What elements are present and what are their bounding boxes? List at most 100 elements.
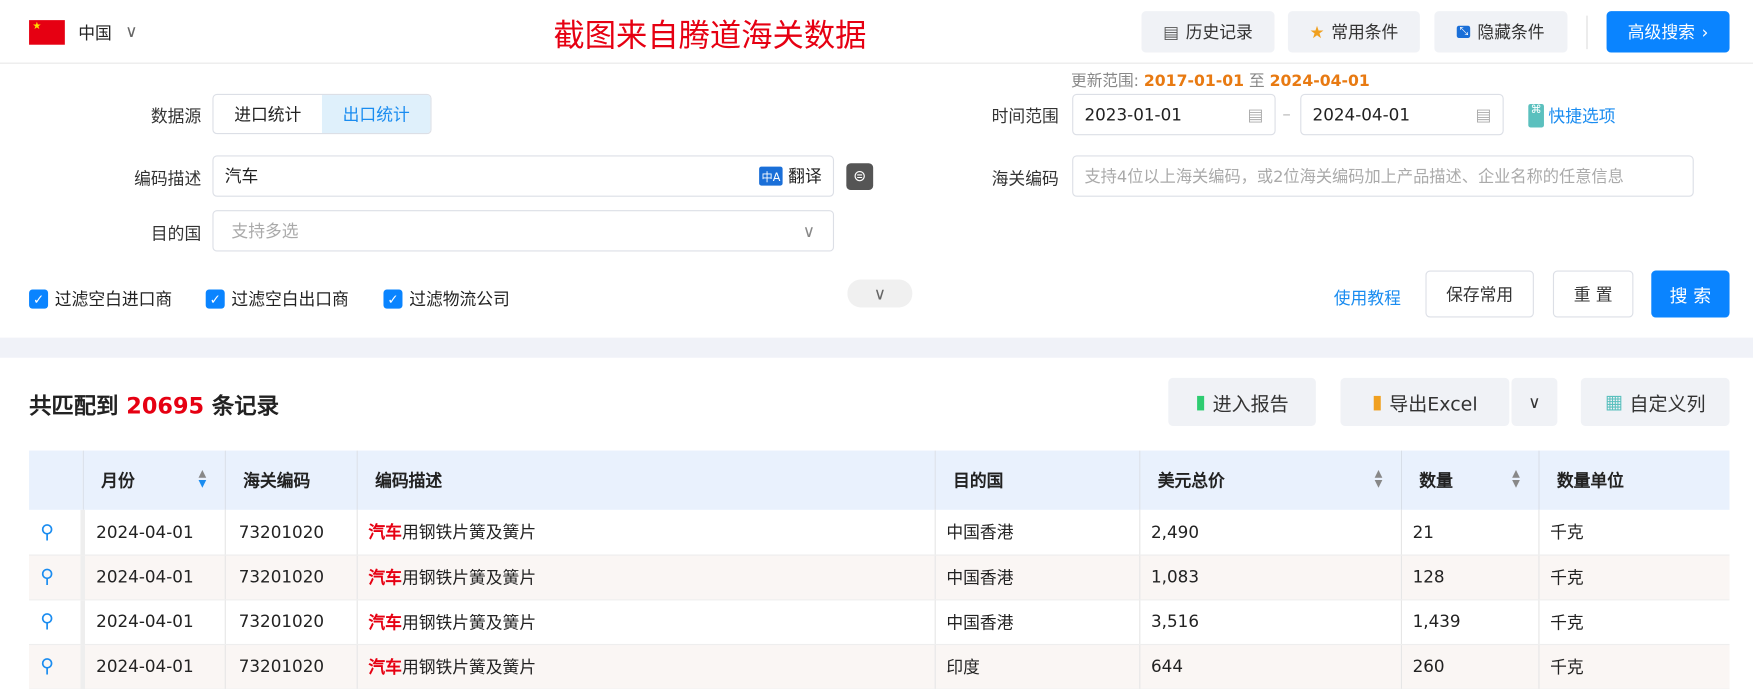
cell-usd: 3,516 — [1139, 599, 1402, 645]
checkbox-checked-icon: ✓ — [29, 289, 49, 309]
cell-month: 2024-04-01 — [82, 554, 226, 600]
cell-desc: 汽车用钢铁片簧及簧片 — [356, 643, 936, 689]
country-selector[interactable]: 中国 ∨ — [78, 21, 137, 44]
quick-options-link[interactable]: ⌘ 快捷选项 — [1528, 103, 1616, 128]
table-row: ⚲ 2024-04-01 73201020 汽车用钢铁片簧及簧片 中国香港 2,… — [29, 509, 1730, 556]
table-row: ⚲ 2024-04-01 73201020 汽车用钢铁片簧及簧片 印度 644 … — [29, 643, 1730, 689]
col-usd[interactable]: 美元总价 ▲ ▼ — [1139, 450, 1402, 510]
custom-columns-button[interactable]: ▦ 自定义列 — [1580, 377, 1730, 426]
hide-conditions-button[interactable]: ⤡ 隐藏条件 — [1434, 11, 1568, 53]
col-desc: 编码描述 — [356, 450, 936, 510]
cell-qty: 128 — [1400, 554, 1539, 600]
tutorial-link[interactable]: 使用教程 — [1334, 286, 1401, 309]
source-toggle: 进口统计 出口统计 — [212, 93, 432, 135]
row-search-icon[interactable]: ⚲ — [29, 509, 85, 556]
cell-unit: 千克 — [1538, 599, 1730, 645]
cell-desc: 汽车用钢铁片簧及簧片 — [356, 599, 936, 645]
calendar-icon: ▤ — [1247, 104, 1264, 125]
cell-usd: 2,490 — [1139, 509, 1402, 556]
date-from-input[interactable]: 2023-01-01 ▤ — [1072, 93, 1276, 136]
country-label: 中国 — [78, 23, 112, 44]
export-excel-button[interactable]: ▮ 导出Excel — [1340, 377, 1510, 426]
table-row: ⚲ 2024-04-01 73201020 汽车用钢铁片簧及簧片 中国香港 3,… — [29, 599, 1730, 645]
calendar-icon: ▤ — [1475, 104, 1492, 125]
command-icon: ⌘ — [1528, 103, 1544, 128]
filter-blank-exporter-checkbox[interactable]: ✓ 过滤空白出口商 — [205, 287, 349, 310]
checkbox-checked-icon: ✓ — [205, 289, 225, 309]
dest-select[interactable]: 支持多选 ∨ — [212, 210, 835, 252]
chevron-down-icon: ∨ — [125, 21, 138, 42]
cell-dest: 印度 — [934, 643, 1140, 689]
divider — [1586, 15, 1588, 50]
date-to-input[interactable]: 2024-04-01 ▤ — [1300, 93, 1504, 136]
desc-label: 编码描述 — [134, 168, 202, 189]
cell-dest: 中国香港 — [934, 554, 1140, 600]
cell-desc: 汽车用钢铁片簧及簧片 — [356, 554, 936, 600]
advanced-search-button[interactable]: 高级搜索 › — [1606, 11, 1730, 53]
save-favorite-button[interactable]: 保存常用 — [1425, 270, 1534, 318]
cell-qty: 1,439 — [1400, 599, 1539, 645]
col-dest: 目的国 — [934, 450, 1140, 510]
source-label: 数据源 — [150, 106, 202, 127]
cell-qty: 21 — [1400, 509, 1539, 556]
sort-icon[interactable]: ▲ ▼ — [199, 469, 207, 490]
cell-usd: 1,083 — [1139, 554, 1402, 600]
table-row: ⚲ 2024-04-01 73201020 汽车用钢铁片簧及簧片 中国香港 1,… — [29, 554, 1730, 600]
row-search-icon[interactable]: ⚲ — [29, 599, 85, 645]
report-button[interactable]: ▮ 进入报告 — [1168, 377, 1316, 426]
sort-icon[interactable]: ▲ ▼ — [1512, 469, 1520, 490]
cell-unit: 千克 — [1538, 554, 1730, 600]
cell-code: 73201020 — [224, 643, 358, 689]
dest-label: 目的国 — [150, 223, 202, 244]
translate-button[interactable]: 翻译 — [788, 164, 822, 187]
reset-button[interactable]: 重 置 — [1552, 270, 1634, 318]
cell-code: 73201020 — [224, 554, 358, 600]
search-detail-icon[interactable]: ⊜ — [846, 163, 874, 191]
time-label: 时间范围 — [991, 106, 1059, 127]
range-dash: – — [1282, 103, 1291, 125]
row-search-icon[interactable]: ⚲ — [29, 554, 85, 600]
cell-unit: 千克 — [1538, 643, 1730, 689]
columns-icon: ▦ — [1604, 390, 1623, 414]
chevron-down-icon: ∨ — [1528, 391, 1541, 412]
results-table: 月份 ▲ ▼ 海关编码 编码描述 目的国 美元总价 ▲ ▼ 数量 ▲ ▼ 数量单位 ⚲ 20… — [29, 450, 1730, 689]
cell-month: 2024-04-01 — [82, 643, 226, 689]
cell-month: 2024-04-01 — [82, 509, 226, 556]
export-dropdown-button[interactable]: ∨ — [1511, 377, 1558, 426]
checkbox-checked-icon: ✓ — [383, 289, 403, 309]
history-icon: ▤ — [1163, 21, 1180, 42]
hs-label: 海关编码 — [991, 168, 1059, 189]
tab-export[interactable]: 出口统计 — [321, 95, 431, 134]
hs-code-input[interactable]: 支持4位以上海关编码，或2位海关编码加上产品描述、企业名称的任意信息 — [1072, 155, 1694, 197]
header-divider — [0, 62, 1753, 64]
update-range: 更新范围: 2017-01-01 至 2024-04-01 — [1071, 72, 1370, 91]
sort-icon[interactable]: ▲ ▼ — [1375, 469, 1383, 490]
cell-code: 73201020 — [224, 509, 358, 556]
col-month[interactable]: 月份 ▲ ▼ — [82, 450, 226, 510]
favorites-button[interactable]: ★ 常用条件 — [1287, 11, 1420, 53]
filter-logistics-checkbox[interactable]: ✓ 过滤物流公司 — [383, 287, 510, 310]
results-count: 共匹配到 20695 条记录 — [29, 392, 279, 420]
desc-input[interactable]: 汽车 中A 翻译 — [212, 155, 835, 197]
filter-blank-importer-checkbox[interactable]: ✓ 过滤空白进口商 — [29, 287, 172, 310]
history-button[interactable]: ▤ 历史记录 — [1141, 11, 1275, 53]
search-button[interactable]: 搜 索 — [1651, 270, 1730, 318]
watermark-title: 截图来自腾道海关数据 — [553, 16, 867, 54]
chevron-down-icon: ∨ — [873, 283, 886, 304]
collapse-icon: ⤡ — [1457, 25, 1471, 39]
chevron-down-icon: ∨ — [802, 220, 816, 241]
report-icon: ▮ — [1195, 390, 1206, 414]
section-gap — [0, 337, 1753, 358]
row-search-icon[interactable]: ⚲ — [29, 643, 85, 689]
export-icon: ▮ — [1372, 390, 1383, 414]
col-code: 海关编码 — [224, 450, 358, 510]
cell-code: 73201020 — [224, 599, 358, 645]
col-qty[interactable]: 数量 ▲ ▼ — [1400, 450, 1539, 510]
tab-import[interactable]: 进口统计 — [214, 95, 322, 133]
expand-button[interactable]: ∨ — [847, 279, 913, 308]
cell-qty: 260 — [1400, 643, 1539, 689]
cell-month: 2024-04-01 — [82, 599, 226, 645]
cell-desc: 汽车用钢铁片簧及簧片 — [356, 509, 936, 556]
col-unit: 数量单位 — [1538, 450, 1730, 510]
cell-dest: 中国香港 — [934, 599, 1140, 645]
